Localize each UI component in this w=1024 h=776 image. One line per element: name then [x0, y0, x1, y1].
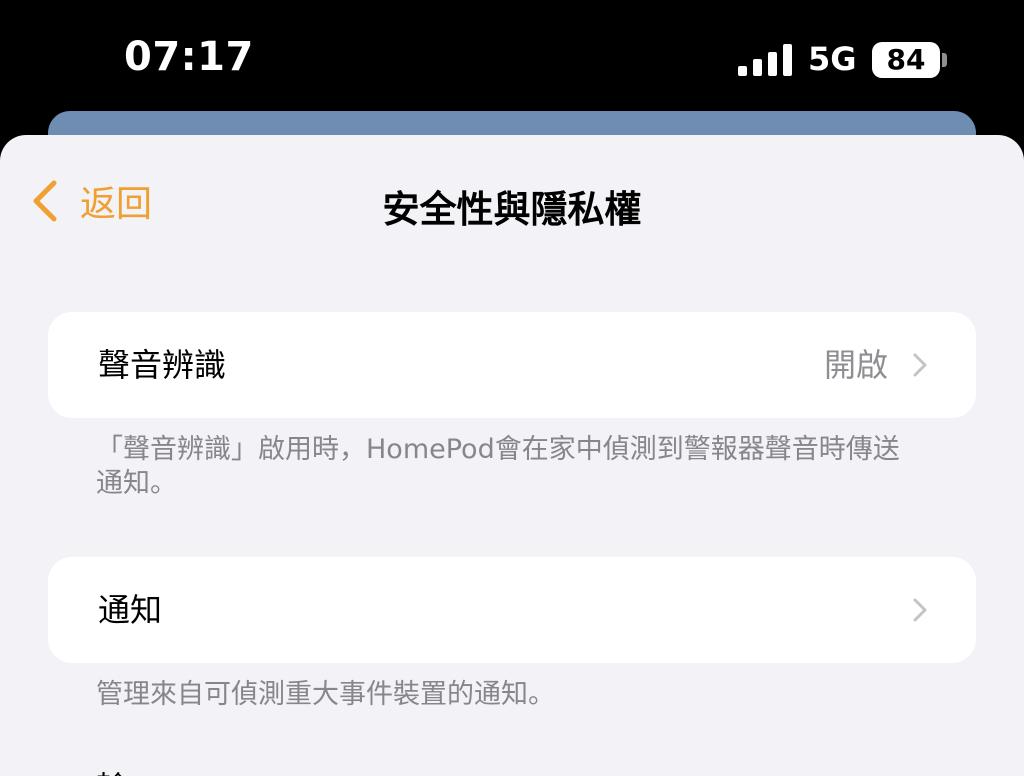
battery-nub — [942, 53, 947, 67]
battery-level: 84 — [886, 43, 926, 76]
notifications-label: 通知 — [98, 591, 163, 629]
notifications-row[interactable]: 通知 — [48, 557, 976, 663]
notifications-footer: 管理來自可偵測重大事件裝置的通知。 — [96, 679, 555, 710]
sound-recognition-label: 聲音辨識 — [98, 346, 227, 384]
partial-row-label: 輸 — [96, 763, 128, 776]
back-button[interactable]: 返回 — [30, 179, 152, 225]
status-bar: 07:17 5G 84 — [0, 0, 1024, 120]
back-button-label: 返回 — [80, 184, 153, 225]
settings-sheet: 返回 安全性與隱私權 聲音辨識 開啟 「聲音辨識」啟用時，HomePod會在家中… — [0, 135, 1024, 776]
page-title: 安全性與隱私權 — [382, 188, 642, 231]
status-time: 07:17 — [124, 34, 254, 80]
network-type: 5G — [808, 40, 857, 78]
chevron-right-icon — [913, 598, 927, 622]
screen: 07:17 5G 84 返回 安全性與隱私權 聲音辨識 開啟 「聲音辨識」啟用時… — [0, 0, 1024, 776]
sound-recognition-value: 開啟 — [823, 346, 888, 384]
chevron-left-icon — [33, 180, 57, 222]
battery-icon: 84 — [872, 42, 940, 78]
sound-recognition-row[interactable]: 聲音辨識 開啟 — [48, 312, 976, 418]
cellular-signal-icon — [738, 44, 792, 76]
sound-recognition-footer: 「聲音辨識」啟用時，HomePod會在家中偵測到警報器聲音時傳送通知。 — [96, 434, 900, 499]
chevron-right-icon — [913, 353, 927, 377]
